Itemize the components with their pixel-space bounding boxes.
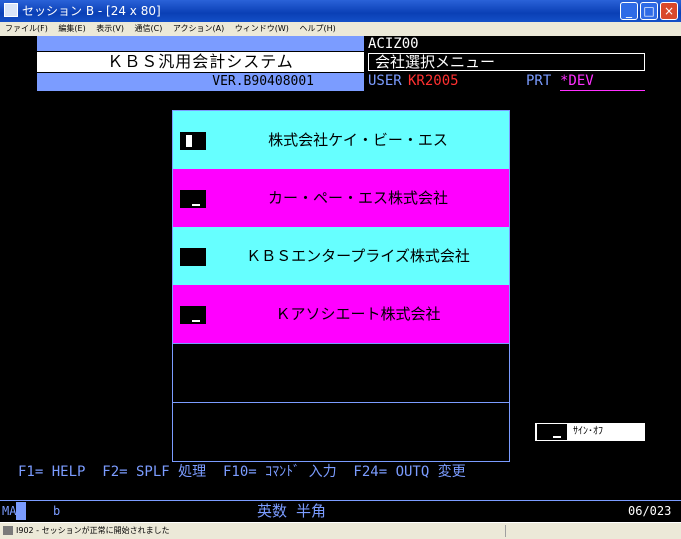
menu-window[interactable]: ウィンドウ(W) [235,22,289,36]
system-name: ＫＢＳ汎用会計システム [37,52,364,72]
oia-cursor-block [16,502,26,520]
menu-edit[interactable]: 編集(E) [58,22,85,36]
company-row-1[interactable]: 株式会社ケイ・ビー・エス [173,111,509,169]
company-row-empty-1 [173,343,509,401]
status-icon [3,526,13,535]
oia-status: MA [2,504,17,518]
printer-label: PRT [526,73,552,89]
signoff-select-field[interactable] [537,424,567,440]
company-name-1: 株式会社ケイ・ビー・エス [268,131,448,149]
printer-value: *DEV [560,72,645,91]
status-message: I902 - セッションが正常に開始されました [16,526,170,535]
user-value: KR2005 [408,73,459,89]
menu-file[interactable]: ファイル(F) [5,22,48,36]
menu-title: 会社選択メニュー [368,53,645,71]
company-select-field-3[interactable] [180,248,206,266]
operator-info-area: MA b 英数 半角 06/023 [0,500,681,522]
company-row-4[interactable]: Ｋアソシエート株式会社 [173,285,509,343]
company-name-2: カー・ペー・エス株式会社 [267,189,448,207]
program-id: ACIZ00 [368,36,419,52]
menu-bar: ファイル(F) 編集(E) 表示(V) 通信(C) アクション(A) ウィンドウ… [0,22,681,37]
company-list: 株式会社ケイ・ビー・エス カー・ペー・エス株式会社 ＫＢＳエンタープライズ株式会… [172,110,510,462]
oia-cursor-position: 06/023 [628,504,672,518]
signoff-label: ｻｲﾝ･ｵﾌ [573,426,603,437]
oia-indicator: b [53,504,61,518]
user-label: USER [368,73,402,89]
terminal-screen: ＫＢＳ汎用会計システム VER.B90408001 ACIZ00 会社選択メニュ… [0,36,681,522]
session-app-icon[interactable] [4,3,18,17]
signoff-option[interactable]: ｻｲﾝ･ｵﾌ [534,422,646,442]
status-divider [505,525,506,537]
menu-help[interactable]: ヘルプ(H) [299,22,335,36]
header-band-top [37,36,364,51]
minimize-button[interactable]: _ [620,2,638,20]
oia-input-mode: 英数 半角 [257,502,327,520]
company-name-3: ＫＢＳエンタープライズ株式会社 [246,247,470,265]
function-key-legend: F1= HELP F2= SPLF 処理 F10= ｺﾏﾝﾄﾞ 入力 F24= … [18,464,466,480]
version-label: VER.B90408001 [37,73,364,91]
company-select-field-4[interactable] [180,306,206,324]
company-row-empty-2 [173,402,509,460]
company-row-3[interactable]: ＫＢＳエンタープライズ株式会社 [173,227,509,285]
company-select-field-2[interactable] [180,190,206,208]
company-name-4: Ｋアソシエート株式会社 [275,305,441,323]
menu-action[interactable]: アクション(A) [173,22,224,36]
title-bar: セッション B - [24 x 80] _ □ × [0,0,681,22]
menu-view[interactable]: 表示(V) [96,22,124,36]
status-bar: I902 - セッションが正常に開始されました [0,522,681,539]
company-select-field-1[interactable] [180,132,206,150]
company-row-2[interactable]: カー・ペー・エス株式会社 [173,169,509,227]
window-title: セッション B - [24 x 80] [22,4,161,18]
menu-communication[interactable]: 通信(C) [135,22,163,36]
maximize-button[interactable]: □ [640,2,658,20]
close-button[interactable]: × [660,2,678,20]
